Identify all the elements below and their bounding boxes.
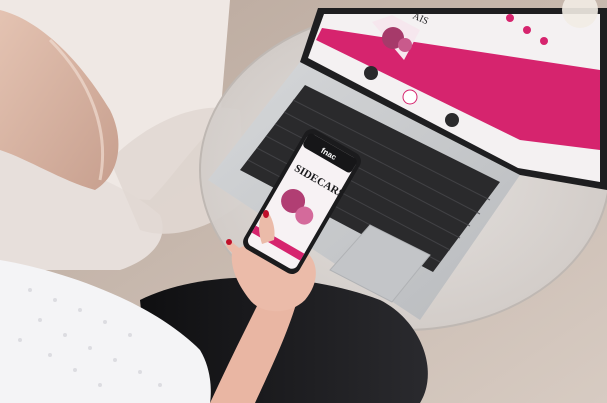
fingernail <box>226 239 232 245</box>
screen-icon-2 <box>402 89 418 105</box>
screen-nav-dot-1 <box>506 14 514 22</box>
screen-nav-dot-3 <box>540 37 548 45</box>
photo-svg: AIS fnac SIDECARS <box>0 0 607 403</box>
screen-nav-dot-2 <box>523 26 531 34</box>
screen-photo-fruit-2 <box>398 38 412 52</box>
thumbnail <box>263 210 269 218</box>
screen-icon-3 <box>445 113 459 127</box>
screen-icon-1 <box>364 66 378 80</box>
photo-scene: AIS fnac SIDECARS <box>0 0 607 403</box>
